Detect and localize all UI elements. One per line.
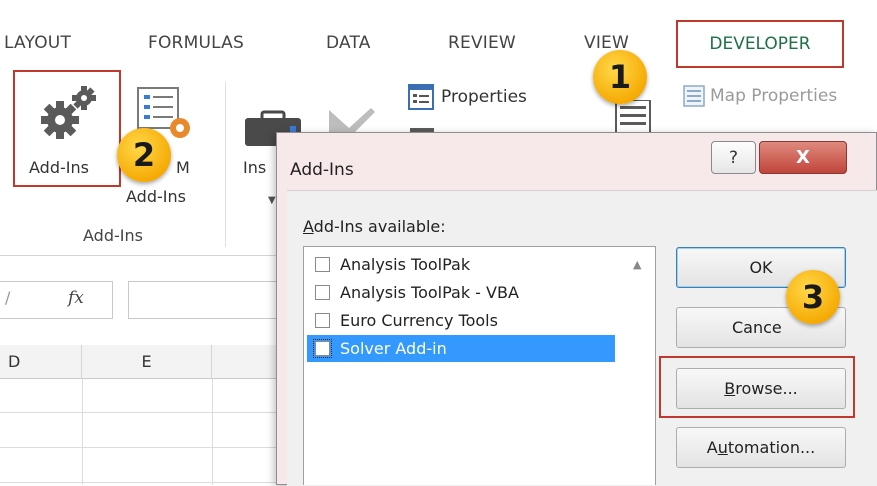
help-button[interactable]: ? bbox=[711, 141, 756, 174]
callout-badge-1: 1 bbox=[593, 50, 647, 104]
map-properties-button[interactable]: Map Properties bbox=[710, 86, 837, 106]
browse-button[interactable]: Browse... bbox=[676, 368, 846, 409]
tab-data[interactable]: DATA bbox=[326, 33, 371, 53]
insert-button-label: Ins bbox=[243, 158, 267, 177]
tab-review[interactable]: REVIEW bbox=[448, 33, 516, 53]
grid-line bbox=[0, 482, 300, 483]
access-key-b: B bbox=[724, 379, 736, 398]
addins-button-label: Add-Ins bbox=[29, 158, 89, 177]
com-addins-label: Add-Ins bbox=[126, 187, 186, 206]
list-item-label: Euro Currency Tools bbox=[340, 311, 498, 330]
xml-source-icon[interactable] bbox=[604, 100, 660, 136]
map-properties-icon bbox=[683, 85, 705, 107]
name-box-edge[interactable] bbox=[0, 281, 113, 319]
list-item[interactable]: Analysis ToolPak - VBA bbox=[307, 279, 615, 306]
column-header-e[interactable]: E bbox=[82, 345, 212, 379]
grid-line bbox=[82, 379, 83, 485]
formula-input[interactable] bbox=[128, 281, 288, 319]
list-item-label: Analysis ToolPak bbox=[340, 255, 471, 274]
grid-line bbox=[0, 447, 300, 448]
grid-line bbox=[0, 412, 300, 413]
properties-button[interactable]: Properties bbox=[441, 87, 527, 107]
addins-available-text: dd-Ins available: bbox=[313, 217, 446, 236]
formula-divider-icon: / bbox=[5, 288, 11, 307]
access-key-u: u bbox=[717, 438, 728, 457]
checkbox[interactable] bbox=[315, 313, 330, 328]
tab-page-layout[interactable]: LAYOUT bbox=[4, 33, 71, 53]
properties-icon bbox=[408, 84, 434, 110]
tab-formulas[interactable]: FORMULAS bbox=[148, 33, 244, 53]
access-key-a: A bbox=[303, 217, 314, 236]
list-item-selected[interactable]: Solver Add-in bbox=[307, 335, 615, 362]
insert-dropdown-icon[interactable]: ▼ bbox=[268, 195, 276, 206]
list-item[interactable]: Euro Currency Tools bbox=[307, 307, 615, 334]
automation-button-label: tomation... bbox=[727, 438, 816, 457]
close-button[interactable]: X bbox=[759, 141, 847, 174]
list-item[interactable]: Analysis ToolPak bbox=[307, 251, 615, 278]
grid-line bbox=[212, 379, 213, 485]
group-separator bbox=[225, 82, 226, 247]
callout-badge-3: 3 bbox=[786, 270, 840, 324]
com-addins-label-partial: M bbox=[176, 158, 190, 177]
browse-button-label: rowse... bbox=[735, 379, 798, 398]
scroll-up-arrow-icon[interactable]: ▲ bbox=[633, 258, 641, 271]
checkbox[interactable] bbox=[313, 339, 332, 358]
checkbox[interactable] bbox=[315, 257, 330, 272]
addins-available-label: Add-Ins available: bbox=[303, 217, 446, 236]
fx-icon[interactable]: fx bbox=[68, 288, 84, 308]
callout-badge-2: 2 bbox=[117, 128, 171, 182]
automation-button[interactable]: Au tomation... bbox=[676, 427, 846, 468]
list-item-label: Solver Add-in bbox=[340, 339, 447, 358]
gears-icon bbox=[38, 84, 100, 142]
automation-a: A bbox=[706, 438, 718, 457]
dialog-title: Add-Ins bbox=[290, 160, 354, 180]
checkbox[interactable] bbox=[315, 285, 330, 300]
tab-developer[interactable]: DEVELOPER bbox=[676, 20, 844, 68]
addins-group-label: Add-Ins bbox=[83, 226, 143, 245]
column-header-d[interactable]: D bbox=[0, 345, 82, 379]
list-item-label: Analysis ToolPak - VBA bbox=[340, 283, 519, 302]
